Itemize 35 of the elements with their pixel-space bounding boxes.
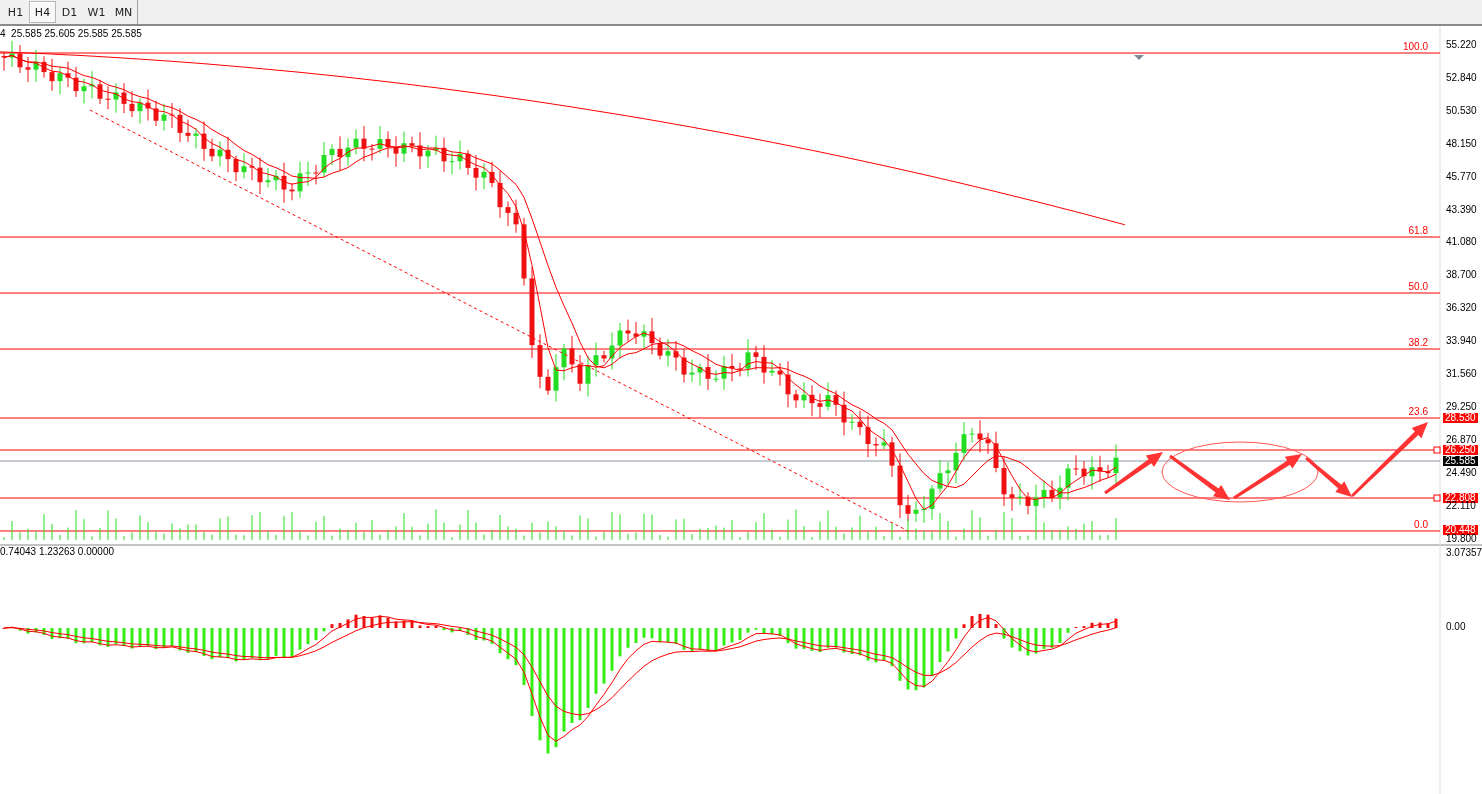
timeframe-tab[interactable]: H4 — [29, 1, 56, 23]
price-axis-label: 50.530 — [1446, 105, 1477, 116]
indicator-axis-label: 3.07357 — [1446, 548, 1482, 558]
fibonacci-level-label: 23.6 — [1408, 407, 1428, 417]
fibonacci-level-label: 50.0 — [1408, 282, 1428, 292]
price-axis-label: 31.560 — [1446, 369, 1477, 379]
price-axis-label: 24.490 — [1446, 467, 1477, 478]
price-marker-label: 26.250 — [1443, 445, 1478, 455]
price-axis-label: 41.080 — [1446, 237, 1477, 248]
fibonacci-level-label: 38.2 — [1408, 338, 1428, 348]
indicator-header: 0.74043 1.23263 0.00000 — [0, 547, 114, 557]
price-axis-label: 36.320 — [1446, 303, 1477, 314]
timeframe-tab[interactable]: MN — [110, 1, 137, 23]
price-axis-label: 55.220 — [1446, 40, 1477, 50]
timeframe-tab[interactable]: H1 — [2, 1, 29, 23]
price-axis-label: 19.800 — [1446, 533, 1477, 544]
fibonacci-level-label: 100.0 — [1402, 42, 1428, 52]
timeframe-tab[interactable]: W1 — [83, 1, 110, 23]
price-marker-label: 25.585 — [1443, 456, 1478, 466]
price-axis-label: 22.110 — [1446, 500, 1476, 511]
price-header: 4 25.585 25.605 25.585 25.585 — [0, 29, 142, 39]
fibonacci-level-label: 0.0 — [1414, 520, 1428, 530]
price-axis-label: 26.870 — [1446, 434, 1477, 445]
price-axis-label: 45.770 — [1446, 171, 1477, 182]
price-marker-label: 20.448 — [1443, 525, 1478, 535]
timeframe-tab[interactable]: D1 — [56, 1, 83, 23]
fibonacci-level-label: 61.8 — [1408, 226, 1428, 236]
price-axis-label: 43.390 — [1446, 204, 1477, 215]
price-axis-label: 38.700 — [1446, 270, 1477, 281]
indicator-axis-label: 0.00 — [1446, 622, 1466, 632]
price-axis-label: 33.940 — [1446, 336, 1477, 347]
price-axis-label: 52.840 — [1446, 72, 1477, 83]
price-marker-label: 28.530 — [1443, 413, 1478, 423]
price-axis-label: 29.250 — [1446, 401, 1477, 412]
price-axis-label: 48.150 — [1446, 138, 1477, 149]
